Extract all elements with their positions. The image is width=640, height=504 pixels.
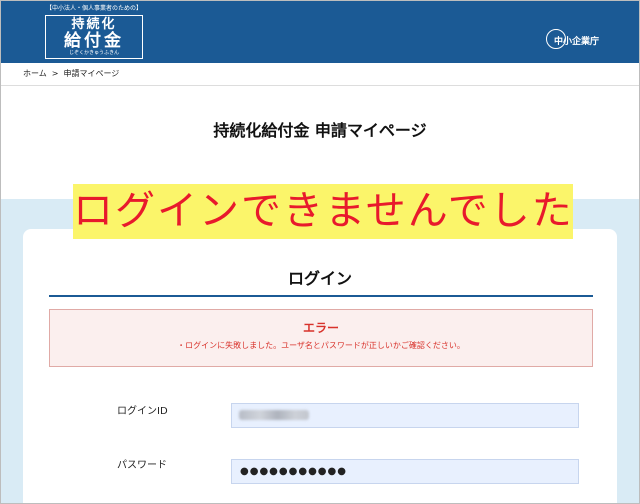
breadcrumb: ホーム > 申請マイページ	[23, 67, 119, 81]
login-card: ログイン エラー ・ログインに失敗しました。ユーザ名とパスワードが正しいかご確認…	[23, 229, 617, 503]
error-alert: エラー ・ログインに失敗しました。ユーザ名とパスワードが正しいかご確認ください。	[49, 309, 593, 367]
login-title: ログイン	[287, 269, 352, 288]
breadcrumb-separator: >	[51, 69, 59, 78]
agency-name: 中小企業庁	[553, 36, 599, 47]
login-id-input[interactable]	[231, 403, 579, 428]
password-input[interactable]	[231, 459, 579, 484]
logo-box: 持続化 給付金 じぞくかきゅうふきん	[45, 15, 143, 59]
logo-ruby: じぞくかきゅうふきん	[68, 50, 119, 56]
page-title: 持続化給付金 申請マイページ	[213, 121, 427, 140]
breadcrumb-divider	[1, 85, 639, 86]
page-frame: 【中小法人・個人事業者のための】 持続化 給付金 じぞくかきゅうふきん 中小企業…	[0, 0, 640, 504]
agency-logo[interactable]: 中小企業庁	[545, 29, 599, 51]
logo-line-2: 給付金	[64, 31, 124, 51]
logo-tagline: 【中小法人・個人事業者のための】	[45, 5, 142, 12]
site-logo[interactable]: 【中小法人・個人事業者のための】 持続化 給付金 じぞくかきゅうふきん	[45, 4, 143, 59]
breadcrumb-current: 申請マイページ	[63, 69, 120, 78]
site-header: 【中小法人・個人事業者のための】 持続化 給付金 じぞくかきゅうふきん 中小企業…	[1, 1, 639, 63]
error-message: ・ログインに失敗しました。ユーザ名とパスワードが正しいかご確認ください。	[177, 341, 465, 350]
error-overlay-banner: ログインできませんでした	[73, 184, 573, 239]
error-title: エラー	[302, 321, 339, 335]
login-title-underline	[49, 295, 593, 297]
login-id-label: ログインID	[117, 406, 168, 417]
password-label: パスワード	[117, 460, 167, 471]
breadcrumb-home-link[interactable]: ホーム	[23, 67, 47, 81]
logo-line-1: 持続化	[71, 17, 117, 32]
error-overlay-text: ログインできませんでした	[73, 188, 574, 234]
